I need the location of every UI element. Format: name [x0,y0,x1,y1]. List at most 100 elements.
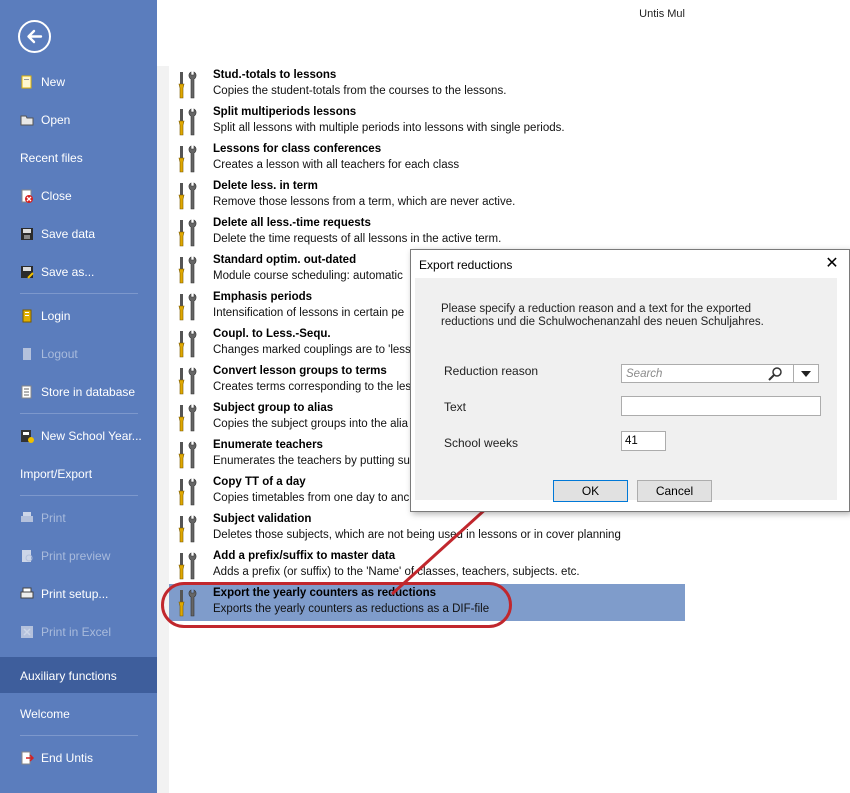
school-weeks-label: School weeks [444,436,519,450]
sidebar-divider [20,413,138,414]
chevron-down-icon[interactable] [793,365,818,382]
sidebar-item-close[interactable]: Close [20,184,72,206]
function-description: Delete the time requests of all lessons … [213,233,502,245]
tools-icon [177,551,199,581]
print-preview-icon [20,548,34,562]
open-folder-icon [20,112,34,126]
ok-button[interactable]: OK [553,480,628,502]
sidebar-item-new-school-year[interactable]: New School Year... [20,424,142,446]
tools-icon [177,144,199,174]
function-title: Emphasis periods [213,291,313,303]
tools-icon [177,255,199,285]
function-list-item[interactable]: Stud.-totals to lessons Copies the studen… [169,66,685,103]
cancel-button[interactable]: Cancel [637,480,712,502]
function-list-item[interactable]: Add a prefix/suffix to master data Adds a… [169,547,685,584]
function-description: Changes marked couplings are to 'less [213,344,411,356]
function-list-item[interactable]: Split multiperiods lessons Split all less… [169,103,685,140]
sidebar-item-print-preview[interactable]: Print preview [20,544,110,566]
function-title: Lessons for class conferences [213,143,382,155]
function-title: Enumerate teachers [213,439,323,451]
function-description: Creates a lesson with all teachers for e… [213,159,460,171]
export-reductions-dialog: Export reductions ✕ Please specify a red… [410,249,850,512]
function-description: Adds a prefix (or suffix) to the 'Name' … [213,566,580,578]
sidebar-item-print-in-excel[interactable]: Print in Excel [20,620,111,642]
excel-icon [20,624,34,638]
function-title: Coupl. to Less.-Sequ. [213,328,331,340]
sidebar-item-print[interactable]: Print [20,506,66,528]
function-title: Copy TT of a day [213,476,306,488]
database-icon [20,384,34,399]
function-title: Delete all less.-time requests [213,217,371,229]
exit-icon [20,750,35,765]
text-label: Text [444,400,467,414]
tools-icon [177,403,199,433]
tools-icon [177,366,199,396]
close-icon[interactable]: ✕ [823,255,841,273]
logout-icon [20,346,34,360]
function-title: Subject validation [213,513,312,525]
sidebar-divider [20,495,138,496]
tools-icon [177,107,199,137]
sidebar-item-store-in-database[interactable]: Store in database [20,380,135,402]
sidebar-item-save-as[interactable]: Save as... [20,260,94,282]
function-title: Delete less. in term [213,180,318,192]
text-input[interactable] [621,396,821,416]
new-doc-icon [20,74,34,89]
dialog-message: Please specify a reduction reason and a … [441,303,764,328]
tools-icon [177,440,199,470]
function-description: Copies the student-totals from the cours… [213,85,507,97]
sidebar-item-save-data[interactable]: Save data [20,222,95,244]
sidebar-item-print-setup[interactable]: Print setup... [20,582,108,604]
sidebar-divider [20,735,138,736]
function-description: Copies the subject groups into the alia [213,418,408,430]
login-icon [20,308,34,323]
reduction-reason-combobox[interactable]: Search [621,364,819,383]
function-description: Creates terms corresponding to the les [213,381,412,393]
function-description: Enumerates the teachers by putting su [213,455,410,467]
sidebar-item-welcome[interactable]: Welcome [20,702,70,724]
reduction-reason-label: Reduction reason [444,364,539,378]
function-description: Module course scheduling: automatic [213,270,403,282]
sidebar-item-login[interactable]: Login [20,304,70,326]
function-title: Standard optim. out-dated [213,254,357,266]
print-setup-icon [20,586,34,600]
function-list-item[interactable]: Lessons for class conferences Creates a l… [169,140,685,177]
sidebar-item-end-untis[interactable]: End Untis [20,746,93,768]
function-title: Split multiperiods lessons [213,106,357,118]
back-arrow-icon[interactable] [18,20,51,53]
dialog-title: Export reductions [419,258,513,272]
title-bar: Untis Mul [157,0,685,66]
school-weeks-input[interactable]: 41 [621,431,666,451]
reduction-reason-placeholder: Search [626,368,663,380]
function-list-item[interactable]: Delete all less.-time requests Delete the… [169,214,685,251]
sidebar-item-recent-files[interactable]: Recent files [20,146,83,168]
sidebar-item-auxiliary-functions[interactable]: Auxiliary functions [20,664,117,686]
backstage-sidebar: New Open Recent files Close Save data Sa… [0,0,157,793]
sidebar-divider [20,293,138,294]
search-icon[interactable] [768,366,784,382]
sidebar-item-logout[interactable]: Logout [20,342,78,364]
tools-icon [177,70,199,100]
new-year-icon [20,428,34,443]
tools-icon [177,218,199,248]
annotation-highlight-oval [161,582,512,628]
function-list-item[interactable]: Delete less. in term Remove those lessons… [169,177,685,214]
close-doc-icon [20,188,34,203]
function-title: Subject group to alias [213,402,334,414]
function-description: Copies timetables from one day to anc [213,492,410,504]
print-icon [20,510,34,524]
tools-icon [177,292,199,322]
tools-icon [177,477,199,507]
sidebar-item-open[interactable]: Open [20,108,70,130]
save-as-icon [20,264,34,279]
tools-icon [177,181,199,211]
save-icon [20,226,34,240]
tools-icon [177,514,199,544]
sidebar-item-import-export[interactable]: Import/Export [20,462,92,484]
function-description: Remove those lessons from a term, which … [213,196,516,208]
function-title: Convert lesson groups to terms [213,365,387,377]
sidebar-item-new[interactable]: New [20,70,65,92]
function-title: Stud.-totals to lessons [213,69,337,81]
function-description: Intensification of lessons in certain pe [213,307,405,319]
function-list-item[interactable]: Subject validation Deletes those subjects… [169,510,685,547]
